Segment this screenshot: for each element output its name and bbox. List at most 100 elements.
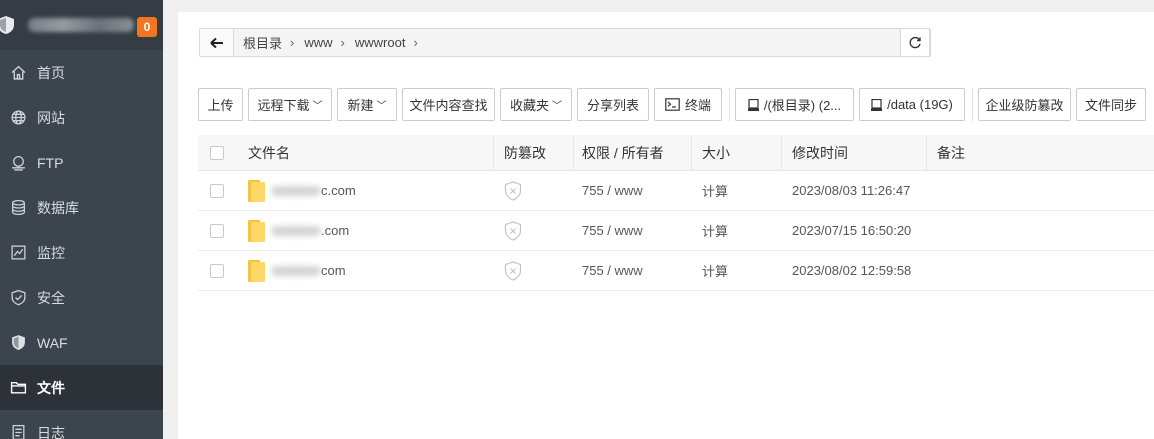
disk-root-label: /(根目录) (2...: [763, 98, 842, 113]
tamper-cell[interactable]: [494, 171, 574, 210]
table-row[interactable]: com 755 / www 计算 2023/08/02 12:59:58: [198, 251, 1154, 291]
terminal-label: 终端: [684, 98, 711, 113]
filename-text: c.com: [321, 183, 356, 198]
size-calc-link[interactable]: 计算: [692, 251, 782, 290]
header-tamper[interactable]: 防篡改: [494, 135, 574, 170]
monitor-icon: [11, 245, 26, 260]
sidebar-item-database[interactable]: 数据库: [0, 185, 163, 230]
tamper-cell[interactable]: [494, 211, 574, 250]
remote-download-button[interactable]: 远程下载 ﹀: [248, 88, 332, 121]
note-cell[interactable]: [927, 251, 1127, 290]
disk-data-label: /data (19G): [887, 97, 953, 112]
shield-check-icon: [11, 289, 26, 306]
sidebar-header: 0: [0, 0, 163, 50]
logo-shield-icon: [0, 16, 14, 34]
row-checkbox[interactable]: [210, 223, 224, 238]
sidebar-item-waf[interactable]: WAF: [0, 320, 163, 365]
refresh-button[interactable]: [900, 28, 930, 57]
new-label: 新建: [347, 98, 374, 113]
permission-cell[interactable]: 755 / www: [574, 171, 692, 210]
sidebar-item-website[interactable]: 网站: [0, 95, 163, 140]
sidebar-item-label: 日志: [37, 424, 65, 439]
toolbar-divider: [729, 88, 730, 121]
filename-cell[interactable]: c.com: [240, 171, 494, 210]
shield-x-icon: [504, 260, 522, 281]
sidebar-item-security[interactable]: 安全: [0, 275, 163, 320]
breadcrumb-wwwroot[interactable]: wwwroot: [355, 35, 406, 50]
tamper-cell[interactable]: [494, 251, 574, 290]
share-list-label: 分享列表: [586, 98, 639, 113]
note-cell[interactable]: [927, 211, 1127, 250]
chevron-right-icon: ›: [340, 35, 345, 50]
sidebar-item-label: 首页: [37, 64, 65, 81]
header-mtime[interactable]: 修改时间: [782, 135, 927, 170]
disk-icon: [747, 98, 759, 111]
toolbar-divider: [972, 88, 973, 121]
note-cell[interactable]: [927, 171, 1127, 210]
header-note[interactable]: 备注: [927, 135, 1127, 170]
size-calc-link[interactable]: 计算: [692, 171, 782, 210]
database-icon: [12, 199, 25, 216]
size-calc-link[interactable]: 计算: [692, 211, 782, 250]
sidebar-item-files[interactable]: 文件: [0, 365, 163, 410]
terminal-icon: [665, 98, 680, 111]
terminal-button[interactable]: 终端: [654, 88, 722, 121]
shield-x-icon: [504, 220, 522, 241]
row-checkbox[interactable]: [210, 263, 224, 278]
disk-icon: [871, 98, 883, 111]
filename-text: com: [321, 263, 346, 278]
share-list-button[interactable]: 分享列表: [577, 88, 649, 121]
sidebar-item-home[interactable]: 首页: [0, 50, 163, 95]
breadcrumb-www[interactable]: www: [304, 35, 332, 50]
mtime-cell: 2023/08/03 11:26:47: [792, 183, 911, 198]
new-button[interactable]: 新建 ﹀: [337, 88, 397, 121]
file-table: 文件名 防篡改 权限 / 所有者 大小 修改时间 备注 c.com 755 / …: [198, 135, 1154, 291]
sidebar-item-logs[interactable]: 日志: [0, 410, 163, 439]
filename-cell[interactable]: com: [240, 251, 494, 290]
globe-icon: [11, 110, 26, 125]
select-all-checkbox[interactable]: [210, 145, 224, 160]
filename-blurred: [271, 265, 321, 276]
filename-cell[interactable]: .com: [240, 211, 494, 250]
waf-shield-icon: [12, 335, 25, 350]
chevron-down-icon: ﹀: [376, 101, 387, 112]
home-icon: [11, 65, 26, 80]
sidebar-item-label: 安全: [37, 289, 65, 306]
disk-data-button[interactable]: /data (19G): [859, 88, 965, 121]
sidebar-item-monitor[interactable]: 监控: [0, 230, 163, 275]
upload-button[interactable]: 上传: [198, 88, 243, 121]
upload-label: 上传: [207, 98, 234, 113]
chevron-right-icon: ›: [290, 35, 295, 50]
tamper-proof-button[interactable]: 企业级防篡改: [978, 88, 1071, 121]
row-checkbox-cell: [198, 171, 240, 210]
table-row[interactable]: .com 755 / www 计算 2023/07/15 16:50:20: [198, 211, 1154, 251]
remote-download-label: 远程下载: [257, 98, 310, 113]
content-search-label: 文件内容查找: [409, 98, 488, 113]
row-checkbox[interactable]: [210, 183, 224, 198]
server-name-blurred: [28, 18, 134, 32]
favorites-label: 收藏夹: [509, 98, 549, 113]
chevron-down-icon: ﹀: [312, 101, 323, 112]
sidebar-item-ftp[interactable]: FTP: [0, 140, 163, 185]
permission-cell[interactable]: 755 / www: [574, 211, 692, 250]
path-bar[interactable]: 根目录 › www › wwwroot ›: [199, 28, 931, 57]
breadcrumb-root[interactable]: 根目录: [243, 33, 282, 52]
filename-text: .com: [321, 223, 350, 238]
header-permission[interactable]: 权限 / 所有者: [574, 135, 692, 170]
permission-cell[interactable]: 755 / www: [574, 251, 692, 290]
sidebar-item-label: FTP: [37, 154, 64, 171]
log-icon: [12, 424, 25, 439]
toolbar: 上传 远程下载 ﹀ 新建 ﹀ 文件内容查找 收藏夹 ﹀ 分享列表 终端 /(根目录) …: [198, 88, 1151, 121]
folder-icon: [10, 382, 27, 394]
table-row[interactable]: c.com 755 / www 计算 2023/08/03 11:26:47: [198, 171, 1154, 211]
notification-badge[interactable]: 0: [137, 17, 157, 37]
file-sync-button[interactable]: 文件同步: [1076, 88, 1146, 121]
favorites-button[interactable]: 收藏夹 ﹀: [500, 88, 572, 121]
disk-root-button[interactable]: /(根目录) (2...: [735, 88, 854, 121]
back-button[interactable]: [200, 29, 234, 56]
mtime-cell: 2023/07/15 16:50:20: [792, 223, 912, 238]
content-search-button[interactable]: 文件内容查找: [402, 88, 495, 121]
header-size[interactable]: 大小: [692, 135, 782, 170]
header-filename[interactable]: 文件名: [240, 135, 494, 170]
filename-blurred: [271, 185, 321, 196]
